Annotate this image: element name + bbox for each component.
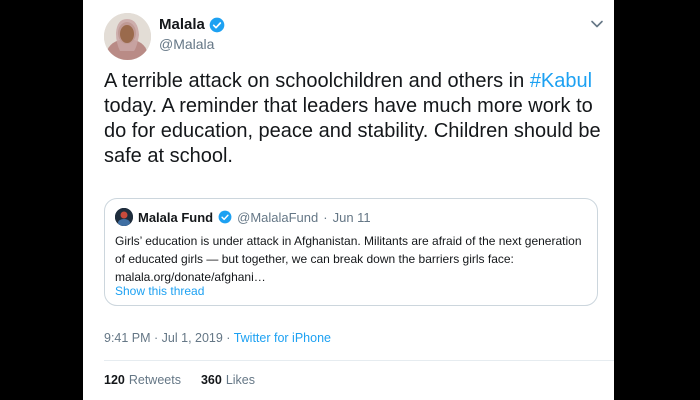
likes-stat[interactable]: 360 Likes (201, 373, 255, 387)
quoted-author-handle[interactable]: @MalalaFund (237, 210, 318, 225)
quoted-tweet-header: Malala Fund @MalalaFund · Jun 11 (115, 208, 371, 226)
tweet-text-part-2: today. A reminder that leaders have much… (104, 95, 601, 167)
quoted-separator: · (323, 209, 328, 225)
show-thread-link[interactable]: Show this thread (115, 284, 204, 298)
tweet-text: A terrible attack on schoolchildren and … (104, 69, 604, 169)
quoted-avatar[interactable] (115, 208, 133, 226)
verified-badge-icon (209, 17, 225, 32)
tweet-stats: 120 Retweets 360 Likes (104, 373, 255, 387)
author-avatar[interactable] (104, 13, 151, 60)
tweet-card: Malala @Malala A terrible attack on scho… (83, 0, 614, 400)
author-handle[interactable]: @Malala (159, 36, 214, 52)
verified-badge-icon (218, 210, 232, 224)
likes-count: 360 (200, 373, 222, 387)
retweets-label: Retweets (128, 373, 181, 387)
retweets-count: 120 (104, 373, 125, 387)
quoted-author-name[interactable]: Malala Fund (138, 210, 213, 225)
tweet-source-link[interactable]: Twitter for iPhone (234, 331, 331, 345)
author-name-row[interactable]: Malala (159, 16, 225, 33)
tweet-meta: 9:41 PM · Jul 1, 2019 · Twitter for iPho… (104, 331, 331, 345)
quoted-date[interactable]: Jun 11 (333, 210, 371, 225)
retweets-stat[interactable]: 120 Retweets (104, 373, 181, 387)
chevron-down-icon[interactable] (590, 17, 604, 31)
tweet-text-part-1: A terrible attack on schoolchildren and … (104, 70, 530, 92)
tweet-timestamp[interactable]: 9:41 PM · Jul 1, 2019 · (104, 331, 234, 345)
author-name[interactable]: Malala (159, 16, 205, 33)
quoted-tweet[interactable]: Malala Fund @MalalaFund · Jun 11 Girls’ … (104, 198, 598, 306)
hashtag-link[interactable]: #Kabul (530, 70, 592, 92)
divider (104, 360, 614, 361)
quoted-avatar-image (115, 208, 133, 226)
author-avatar-image (104, 13, 151, 60)
quoted-text: Girls’ education is under attack in Afgh… (115, 234, 582, 284)
likes-label: Likes (225, 373, 256, 387)
